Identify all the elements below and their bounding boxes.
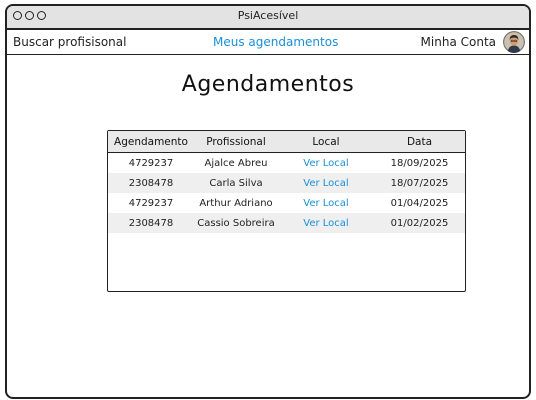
table-row: 4729237 Ajalce Abreu Ver Local 18/09/202… (108, 153, 465, 173)
professional-name: Ajalce Abreu (204, 157, 268, 169)
window-title: PsiAcesível (237, 9, 299, 22)
appointments-table: Agendamento Profissional Local Data 4729… (107, 130, 466, 292)
appointment-id: 4729237 (128, 197, 174, 209)
appointment-id: 2308478 (128, 177, 174, 189)
nav-search-professional-link[interactable]: Buscar profisisonal (13, 35, 126, 49)
table-row: 4729237 Arthur Adriano Ver Local 01/04/2… (108, 193, 465, 213)
header-date: Data (406, 135, 433, 148)
nav-my-account-link[interactable]: Minha Conta (421, 35, 496, 49)
view-location-link[interactable]: Ver Local (278, 173, 374, 193)
navbar: Buscar profisisonal Meus agendamentos Mi… (7, 30, 529, 55)
header-location: Local (312, 135, 340, 148)
table-row: 2308478 Carla Silva Ver Local 18/07/2025 (108, 173, 465, 193)
professional-name: Cassio Sobreira (197, 217, 275, 229)
nav-my-appointments-link[interactable]: Meus agendamentos (213, 35, 338, 49)
appointment-date: 01/02/2025 (390, 217, 449, 229)
appointment-id: 2308478 (128, 217, 174, 229)
header-appointment: Agendamento (114, 135, 188, 148)
appointment-date: 01/04/2025 (390, 197, 449, 209)
view-location-link[interactable]: Ver Local (278, 193, 374, 213)
view-location-link[interactable]: Ver Local (278, 153, 374, 173)
view-location-link[interactable]: Ver Local (278, 213, 374, 233)
table-header: Agendamento Profissional Local Data (108, 131, 465, 153)
professional-name: Carla Silva (209, 177, 263, 189)
title-bar: PsiAcesível (7, 6, 529, 30)
appointment-date: 18/09/2025 (390, 157, 449, 169)
professional-name: Arthur Adriano (199, 197, 273, 209)
appointment-date: 18/07/2025 (390, 177, 449, 189)
page-title: Agendamentos (181, 72, 355, 97)
user-avatar-icon (503, 31, 525, 53)
appointment-id: 4729237 (128, 157, 174, 169)
browser-window: PsiAcesível Buscar profisisonal Meus age… (5, 4, 531, 399)
table-row: 2308478 Cassio Sobreira Ver Local 01/02/… (108, 213, 465, 233)
header-professional: Profissional (206, 135, 266, 148)
avatar[interactable] (503, 31, 525, 53)
